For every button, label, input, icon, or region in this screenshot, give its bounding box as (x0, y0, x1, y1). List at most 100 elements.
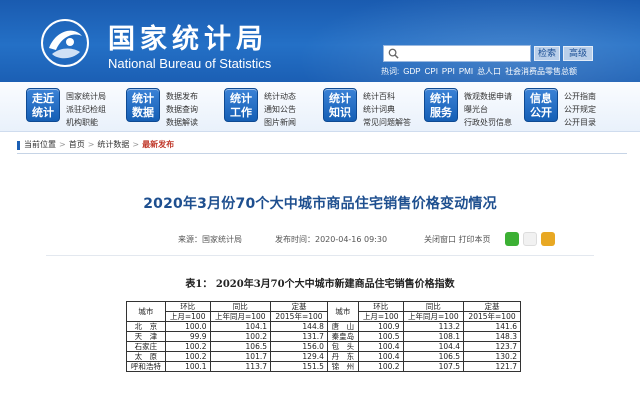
cell-value: 100.2 (209, 331, 272, 342)
nav-link[interactable]: 统计动态 (264, 90, 296, 103)
nav-icon-service[interactable]: 统计 服务 (424, 88, 458, 122)
cell-value: 99.9 (164, 331, 211, 342)
col-group-mom: 环比 (164, 301, 211, 312)
weibo-share-icon[interactable] (523, 232, 537, 246)
breadcrumb-stats-data[interactable]: 统计数据 (97, 140, 129, 149)
nav-link[interactable]: 机构职能 (66, 116, 106, 129)
cell-city: 太 原 (126, 351, 166, 362)
nav-link[interactable]: 数据发布 (166, 90, 198, 103)
cell-value: 131.7 (270, 331, 328, 342)
cell-value: 148.3 (463, 331, 521, 342)
hot-link-gdp[interactable]: GDP (403, 67, 420, 76)
cell-value: 100.9 (357, 321, 404, 332)
nav-icon-knowledge[interactable]: 统计 知识 (323, 88, 357, 122)
cell-city: 唐 山 (326, 321, 359, 332)
site-title-en: National Bureau of Statistics (108, 56, 272, 71)
meta-divider (46, 255, 594, 256)
nav-link[interactable]: 国家统计局 (66, 90, 106, 103)
nav-icon-disclosure[interactable]: 信息 公开 (524, 88, 558, 122)
cell-value: 100.5 (357, 331, 404, 342)
hot-link-retail[interactable]: 社会消费品零售总额 (505, 67, 577, 76)
cell-value: 104.4 (402, 341, 465, 352)
nav-icon-about[interactable]: 走近 统计 (26, 88, 60, 122)
wechat-share-icon[interactable] (505, 232, 519, 246)
nav-link[interactable]: 通知公告 (264, 103, 296, 116)
cell-value: 107.5 (402, 361, 465, 372)
col-city: 城市 (326, 301, 359, 322)
table-row: 石家庄 100.2 106.5 156.0 包 头 100.4 104.4 123.7 (126, 341, 521, 352)
cell-city: 秦皇岛 (326, 331, 359, 342)
article-tools[interactable]: 关闭窗口 打印本页 (424, 234, 491, 245)
qzone-share-icon[interactable] (541, 232, 555, 246)
nbs-logo-icon[interactable] (40, 18, 90, 68)
cell-value: 113.2 (402, 321, 465, 332)
search-input[interactable] (383, 45, 531, 62)
cell-value: 123.7 (463, 341, 521, 352)
hot-link-population[interactable]: 总人口 (477, 67, 501, 76)
col-group-mom: 环比 (357, 301, 404, 312)
nav-icon-data[interactable]: 统计 数据 (126, 88, 160, 122)
nav-link[interactable]: 数据解读 (166, 116, 198, 129)
breadcrumb-label: 当前位置 (24, 140, 56, 149)
col-group-fixed: 定基 (463, 301, 521, 312)
search-icon (388, 48, 399, 59)
cell-city: 石家庄 (126, 341, 166, 352)
breadcrumb: 当前位置 > 首页 > 统计数据 > 最新发布 (0, 138, 640, 152)
cell-city: 锦 州 (326, 361, 359, 372)
cell-city: 丹 东 (326, 351, 359, 362)
table-row: 呼和浩特 100.1 113.7 151.5 锦 州 100.2 107.5 121.7 (126, 361, 521, 372)
cell-value: 151.5 (270, 361, 328, 372)
cell-value: 100.2 (164, 351, 211, 362)
col-group-yoy: 同比 (402, 301, 465, 312)
price-index-table: 城市 环比 同比 定基 城市 环比 同比 定基 上月=100 上年同月=100 … (126, 301, 521, 372)
col-group-yoy: 同比 (209, 301, 272, 312)
breadcrumb-marker (17, 141, 20, 150)
site-header: 国家统计局 National Bureau of Statistics 检索 高… (0, 0, 640, 82)
cell-city: 北 京 (126, 321, 166, 332)
site-title-cn: 国家统计局 (108, 24, 268, 55)
col-city: 城市 (126, 301, 166, 322)
cell-value: 141.6 (463, 321, 521, 332)
breadcrumb-divider (17, 153, 627, 154)
col-base: 上月=100 (164, 311, 211, 322)
nav-link[interactable]: 统计词典 (363, 103, 411, 116)
breadcrumb-home[interactable]: 首页 (69, 140, 85, 149)
breadcrumb-current[interactable]: 最新发布 (142, 140, 174, 149)
cell-value: 144.8 (270, 321, 328, 332)
hot-link-pmi[interactable]: PMI (459, 67, 473, 76)
cell-value: 100.4 (357, 351, 404, 362)
nav-link[interactable]: 曝光台 (464, 103, 512, 116)
nav-link[interactable]: 统计百科 (363, 90, 411, 103)
search-button[interactable]: 检索 (534, 46, 560, 61)
article-title: 2020年3月份70个大中城市商品住宅销售价格变动情况 (143, 196, 497, 212)
nav-link[interactable]: 常见问题解答 (363, 116, 411, 129)
hot-link-ppi[interactable]: PPI (442, 67, 455, 76)
nav-link[interactable]: 公开指南 (564, 90, 596, 103)
cell-value: 100.2 (164, 341, 211, 352)
nav-icon-work[interactable]: 统计 工作 (224, 88, 258, 122)
advanced-search-button[interactable]: 高级 (563, 46, 593, 61)
hot-link-cpi[interactable]: CPI (425, 67, 438, 76)
cell-value: 100.1 (164, 361, 211, 372)
cell-city: 包 头 (326, 341, 359, 352)
nav-link[interactable]: 行政处罚信息 (464, 116, 512, 129)
table-title: 表1： 2020年3月70个大中城市新建商品住宅销售价格指数 (185, 279, 455, 290)
hot-label: 热词: (381, 67, 400, 76)
nav-link[interactable]: 微观数据申请 (464, 90, 512, 103)
nav-link[interactable]: 图片新闻 (264, 116, 296, 129)
table-row: 太 原 100.2 101.7 129.4 丹 东 100.4 106.5 130.2 (126, 351, 521, 362)
col-base: 2015年=100 (270, 311, 328, 322)
col-base: 上月=100 (357, 311, 404, 322)
nav-link[interactable]: 派驻纪检组 (66, 103, 106, 116)
nav-link[interactable]: 公开规定 (564, 103, 596, 116)
cell-value: 130.2 (463, 351, 521, 362)
col-base: 上年同月=100 (209, 311, 272, 322)
cell-value: 106.5 (209, 341, 272, 352)
nav-link[interactable]: 数据查询 (166, 103, 198, 116)
col-base: 2015年=100 (463, 311, 521, 322)
table-row: 天 津 99.9 100.2 131.7 秦皇岛 100.5 108.1 148.3 (126, 331, 521, 342)
cell-value: 121.7 (463, 361, 521, 372)
nav-link[interactable]: 公开目录 (564, 116, 596, 129)
main-nav: 走近 统计 国家统计局 派驻纪检组 机构职能 统计 数据 数据发布 数据查询 数据解读 统计… (0, 82, 640, 132)
cell-value: 106.5 (402, 351, 465, 362)
